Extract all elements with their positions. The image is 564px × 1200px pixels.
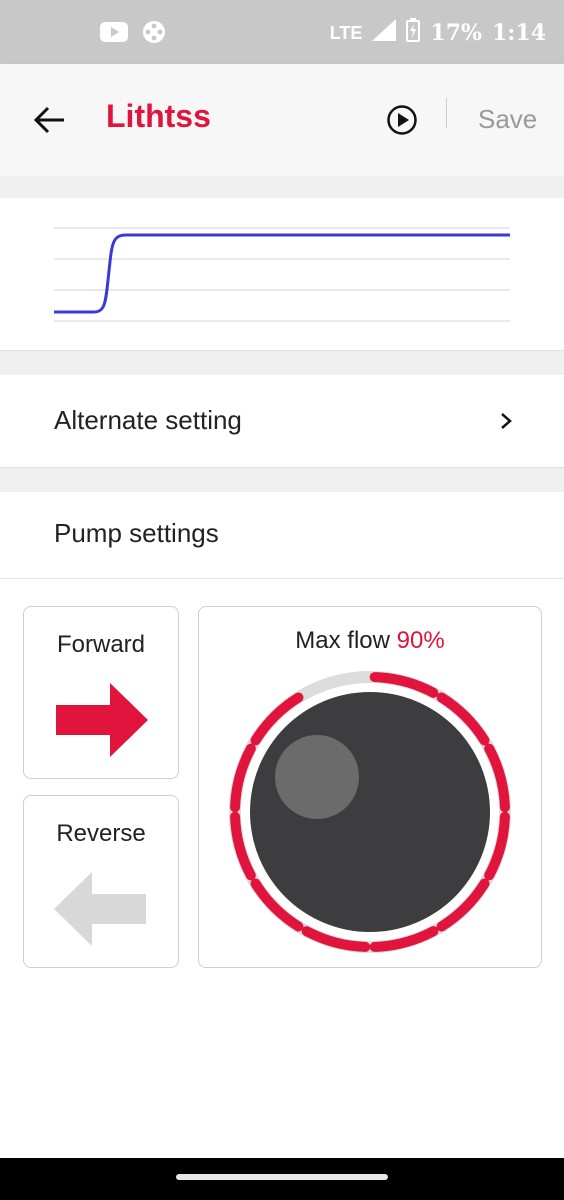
section-spacer [0,176,564,198]
forward-button[interactable]: Forward [23,606,179,779]
max-flow-label: Max flow [295,627,390,654]
status-left-icons [100,20,166,49]
max-flow-card: Max flow 90% [198,606,542,968]
status-bar: LTE 17% 1:14 [0,0,564,64]
home-gesture-handle[interactable] [176,1174,388,1180]
knob-level-segment [484,743,510,813]
reverse-label: Reverse [56,820,146,847]
knob-level-segment [484,811,510,881]
knob-level-segment [369,926,439,952]
arrow-right-icon [56,683,148,757]
system-nav-bar [0,1158,564,1200]
pump-settings-label: Pump settings [54,518,219,548]
section-spacer [0,350,564,376]
app-bar: Lithtss Save [0,64,564,176]
alternate-setting-row[interactable]: Alternate setting [0,375,564,468]
knob-indicator [275,735,359,819]
gamepad-icon [142,20,166,49]
knob-body [250,692,490,932]
max-flow-value: 90% [396,627,445,654]
pump-settings-header: Pump settings [0,492,564,579]
max-flow-heading: Max flow 90% [199,627,541,655]
youtube-icon [100,22,128,47]
toolbar-divider [446,98,447,128]
chart-series-line [54,233,510,314]
knob-level-segment [230,743,256,813]
save-button[interactable]: Save [478,104,537,135]
network-type: LTE [329,22,363,43]
alternate-setting-label: Alternate setting [54,405,242,435]
max-flow-knob[interactable] [229,665,511,955]
clock: 1:14 [491,20,546,46]
play-button[interactable] [386,104,418,136]
knob-level-segment [230,811,256,881]
flow-profile-chart[interactable] [0,198,564,350]
chevron-right-icon [501,413,512,429]
knob-level-segment [301,926,371,952]
page-title: Lithtss [106,98,211,134]
arrow-left-icon [54,872,146,946]
battery-percent: 17% [430,20,482,46]
section-spacer [0,468,564,493]
battery-charging-icon [406,18,421,48]
chart-svg [54,227,510,322]
reverse-button[interactable]: Reverse [23,795,179,968]
forward-label: Forward [56,631,146,658]
back-button[interactable] [30,100,70,140]
back-arrow-icon [33,106,64,134]
knob-level-segment [369,672,439,698]
play-circle-icon [387,105,417,135]
status-right: LTE 17% 1:14 [330,18,546,48]
signal-icon [372,19,397,47]
